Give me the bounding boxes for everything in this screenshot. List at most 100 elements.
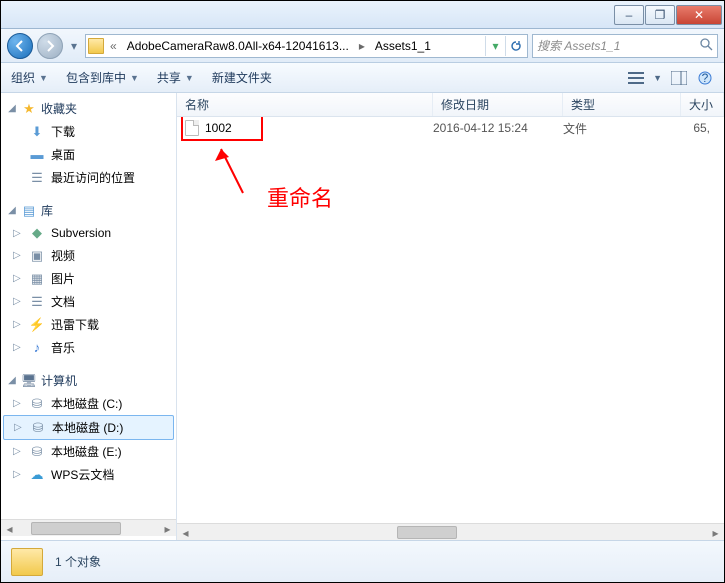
organize-menu[interactable]: 组织 ▼	[11, 69, 48, 86]
breadcrumb-parent[interactable]: AdobeCameraRaw8.0All-x64-12041613...	[123, 37, 353, 55]
refresh-icon	[510, 40, 522, 52]
collapse-icon: ◢	[7, 103, 17, 114]
content-scrollbar[interactable]: ◂ ▸	[177, 523, 724, 540]
close-icon: ✕	[694, 8, 704, 22]
address-dropdown-button[interactable]: ▾	[485, 36, 505, 56]
window-titlebar: – ❐ ✕	[1, 1, 724, 29]
column-date[interactable]: 修改日期	[433, 93, 563, 116]
sidebar-item-wps-cloud[interactable]: ▷☁WPS云文档	[1, 463, 176, 486]
star-icon: ★	[21, 101, 37, 117]
file-type-cell: 文件	[563, 120, 681, 137]
disk-d-label: 本地磁盘 (D:)	[52, 419, 123, 436]
search-icon	[700, 38, 713, 54]
pictures-label: 图片	[51, 270, 75, 287]
sidebar-item-desktop[interactable]: ▬桌面	[1, 143, 176, 166]
breadcrumb-current[interactable]: Assets1_1	[371, 37, 435, 55]
view-icon	[628, 71, 644, 85]
back-button[interactable]	[7, 33, 33, 59]
cloud-icon: ☁	[29, 467, 45, 483]
file-list[interactable]: 1002 2016-04-12 15:24 文件 65, 重命名	[177, 117, 724, 523]
maximize-button[interactable]: ❐	[645, 5, 675, 25]
include-in-library-menu[interactable]: 包含到库中▼	[66, 69, 139, 86]
downloads-label: 下载	[51, 123, 75, 140]
annotation-label: 重命名	[267, 181, 333, 213]
file-name-text: 1002	[205, 121, 232, 135]
sidebar-item-disk-e[interactable]: ▷⛁本地磁盘 (E:)	[1, 440, 176, 463]
expand-icon: ▷	[13, 250, 23, 261]
sidebar-item-disk-c[interactable]: ▷⛁本地磁盘 (C:)	[1, 392, 176, 415]
recent-icon: ☰	[29, 170, 45, 186]
view-options-button[interactable]	[627, 69, 645, 87]
minimize-icon: –	[626, 8, 633, 22]
scroll-right-icon: ▸	[707, 524, 724, 541]
preview-pane-button[interactable]	[670, 69, 688, 87]
search-placeholder: 搜索 Assets1_1	[537, 37, 620, 54]
sidebar-item-music[interactable]: ▷♪音乐	[1, 336, 176, 359]
download-icon: ⬇	[29, 124, 45, 140]
computer-label: 计算机	[41, 372, 77, 389]
sidebar-item-videos[interactable]: ▷▣视频	[1, 244, 176, 267]
status-item-count: 1 个对象	[55, 553, 101, 570]
pane-icon	[671, 71, 687, 85]
libraries-label: 库	[41, 202, 53, 219]
document-icon: ☰	[29, 294, 45, 310]
chevron-down-icon: ▼	[130, 73, 139, 83]
expand-icon: ▷	[14, 422, 24, 433]
scroll-left-icon: ◂	[1, 520, 18, 537]
maximize-icon: ❐	[655, 8, 666, 22]
sidebar-item-pictures[interactable]: ▷▦图片	[1, 267, 176, 290]
column-size[interactable]: 大小	[681, 93, 724, 116]
minimize-button[interactable]: –	[614, 5, 644, 25]
close-button[interactable]: ✕	[676, 5, 722, 25]
column-size-label: 大小	[689, 96, 713, 113]
wps-label: WPS云文档	[51, 466, 114, 483]
chevron-down-icon: ▼	[39, 73, 48, 83]
music-label: 音乐	[51, 339, 75, 356]
thunder-label: 迅雷下载	[51, 316, 99, 333]
file-icon	[185, 120, 199, 136]
svg-text:?: ?	[702, 71, 709, 85]
help-button[interactable]: ?	[696, 69, 714, 87]
sidebar-item-downloads[interactable]: ⬇ 下载	[1, 120, 176, 143]
column-name[interactable]: 名称	[177, 93, 433, 116]
address-bar[interactable]: « AdobeCameraRaw8.0All-x64-12041613... ▸…	[85, 34, 528, 58]
chevron-down-icon[interactable]: ▼	[653, 73, 662, 83]
search-input[interactable]: 搜索 Assets1_1	[532, 34, 718, 58]
navigation-tree: ◢★收藏夹 ⬇下载 ▬桌面 ☰最近访问的位置 ◢▤库 ▷◆Subversion …	[1, 93, 177, 540]
arrow-left-icon	[14, 40, 26, 52]
sidebar-scrollbar[interactable]: ◂ ▸	[1, 519, 176, 536]
command-toolbar: 组织▼ 包含到库中▼ 共享▼ 新建文件夹 ▼ ?	[1, 63, 724, 93]
column-date-label: 修改日期	[441, 96, 489, 113]
share-menu[interactable]: 共享▼	[157, 69, 194, 86]
organize-label: 组织	[11, 69, 35, 86]
status-bar: 1 个对象	[1, 540, 724, 582]
documents-label: 文档	[51, 293, 75, 310]
path-overflow-icon: «	[108, 39, 119, 53]
file-row[interactable]: 1002 2016-04-12 15:24 文件 65,	[177, 117, 724, 139]
picture-icon: ▦	[29, 271, 45, 287]
forward-button[interactable]	[37, 33, 63, 59]
tree-group-computer[interactable]: ◢🖥计算机	[1, 369, 176, 392]
sidebar-item-recent[interactable]: ☰最近访问的位置	[1, 166, 176, 189]
refresh-button[interactable]	[505, 36, 525, 56]
expand-icon: ▷	[13, 398, 23, 409]
collapse-icon: ◢	[7, 375, 17, 386]
library-icon: ▤	[21, 203, 37, 219]
tree-group-favorites[interactable]: ◢★收藏夹	[1, 97, 176, 120]
drive-icon: ⛁	[29, 396, 45, 412]
share-label: 共享	[157, 69, 181, 86]
new-folder-button[interactable]: 新建文件夹	[212, 69, 272, 86]
scroll-thumb[interactable]	[397, 526, 457, 539]
sidebar-item-documents[interactable]: ▷☰文档	[1, 290, 176, 313]
scroll-thumb[interactable]	[31, 522, 121, 535]
sidebar-item-disk-d[interactable]: ▷⛁本地磁盘 (D:)	[3, 415, 174, 440]
nav-history-dropdown[interactable]: ▾	[67, 37, 81, 55]
scroll-left-icon: ◂	[177, 524, 194, 541]
disk-e-label: 本地磁盘 (E:)	[51, 443, 122, 460]
sidebar-item-thunder[interactable]: ▷⚡迅雷下载	[1, 313, 176, 336]
file-date-cell: 2016-04-12 15:24	[433, 121, 563, 135]
sidebar-item-subversion[interactable]: ▷◆Subversion	[1, 222, 176, 244]
column-type[interactable]: 类型	[563, 93, 681, 116]
tree-group-libraries[interactable]: ◢▤库	[1, 199, 176, 222]
expand-icon: ▷	[13, 319, 23, 330]
